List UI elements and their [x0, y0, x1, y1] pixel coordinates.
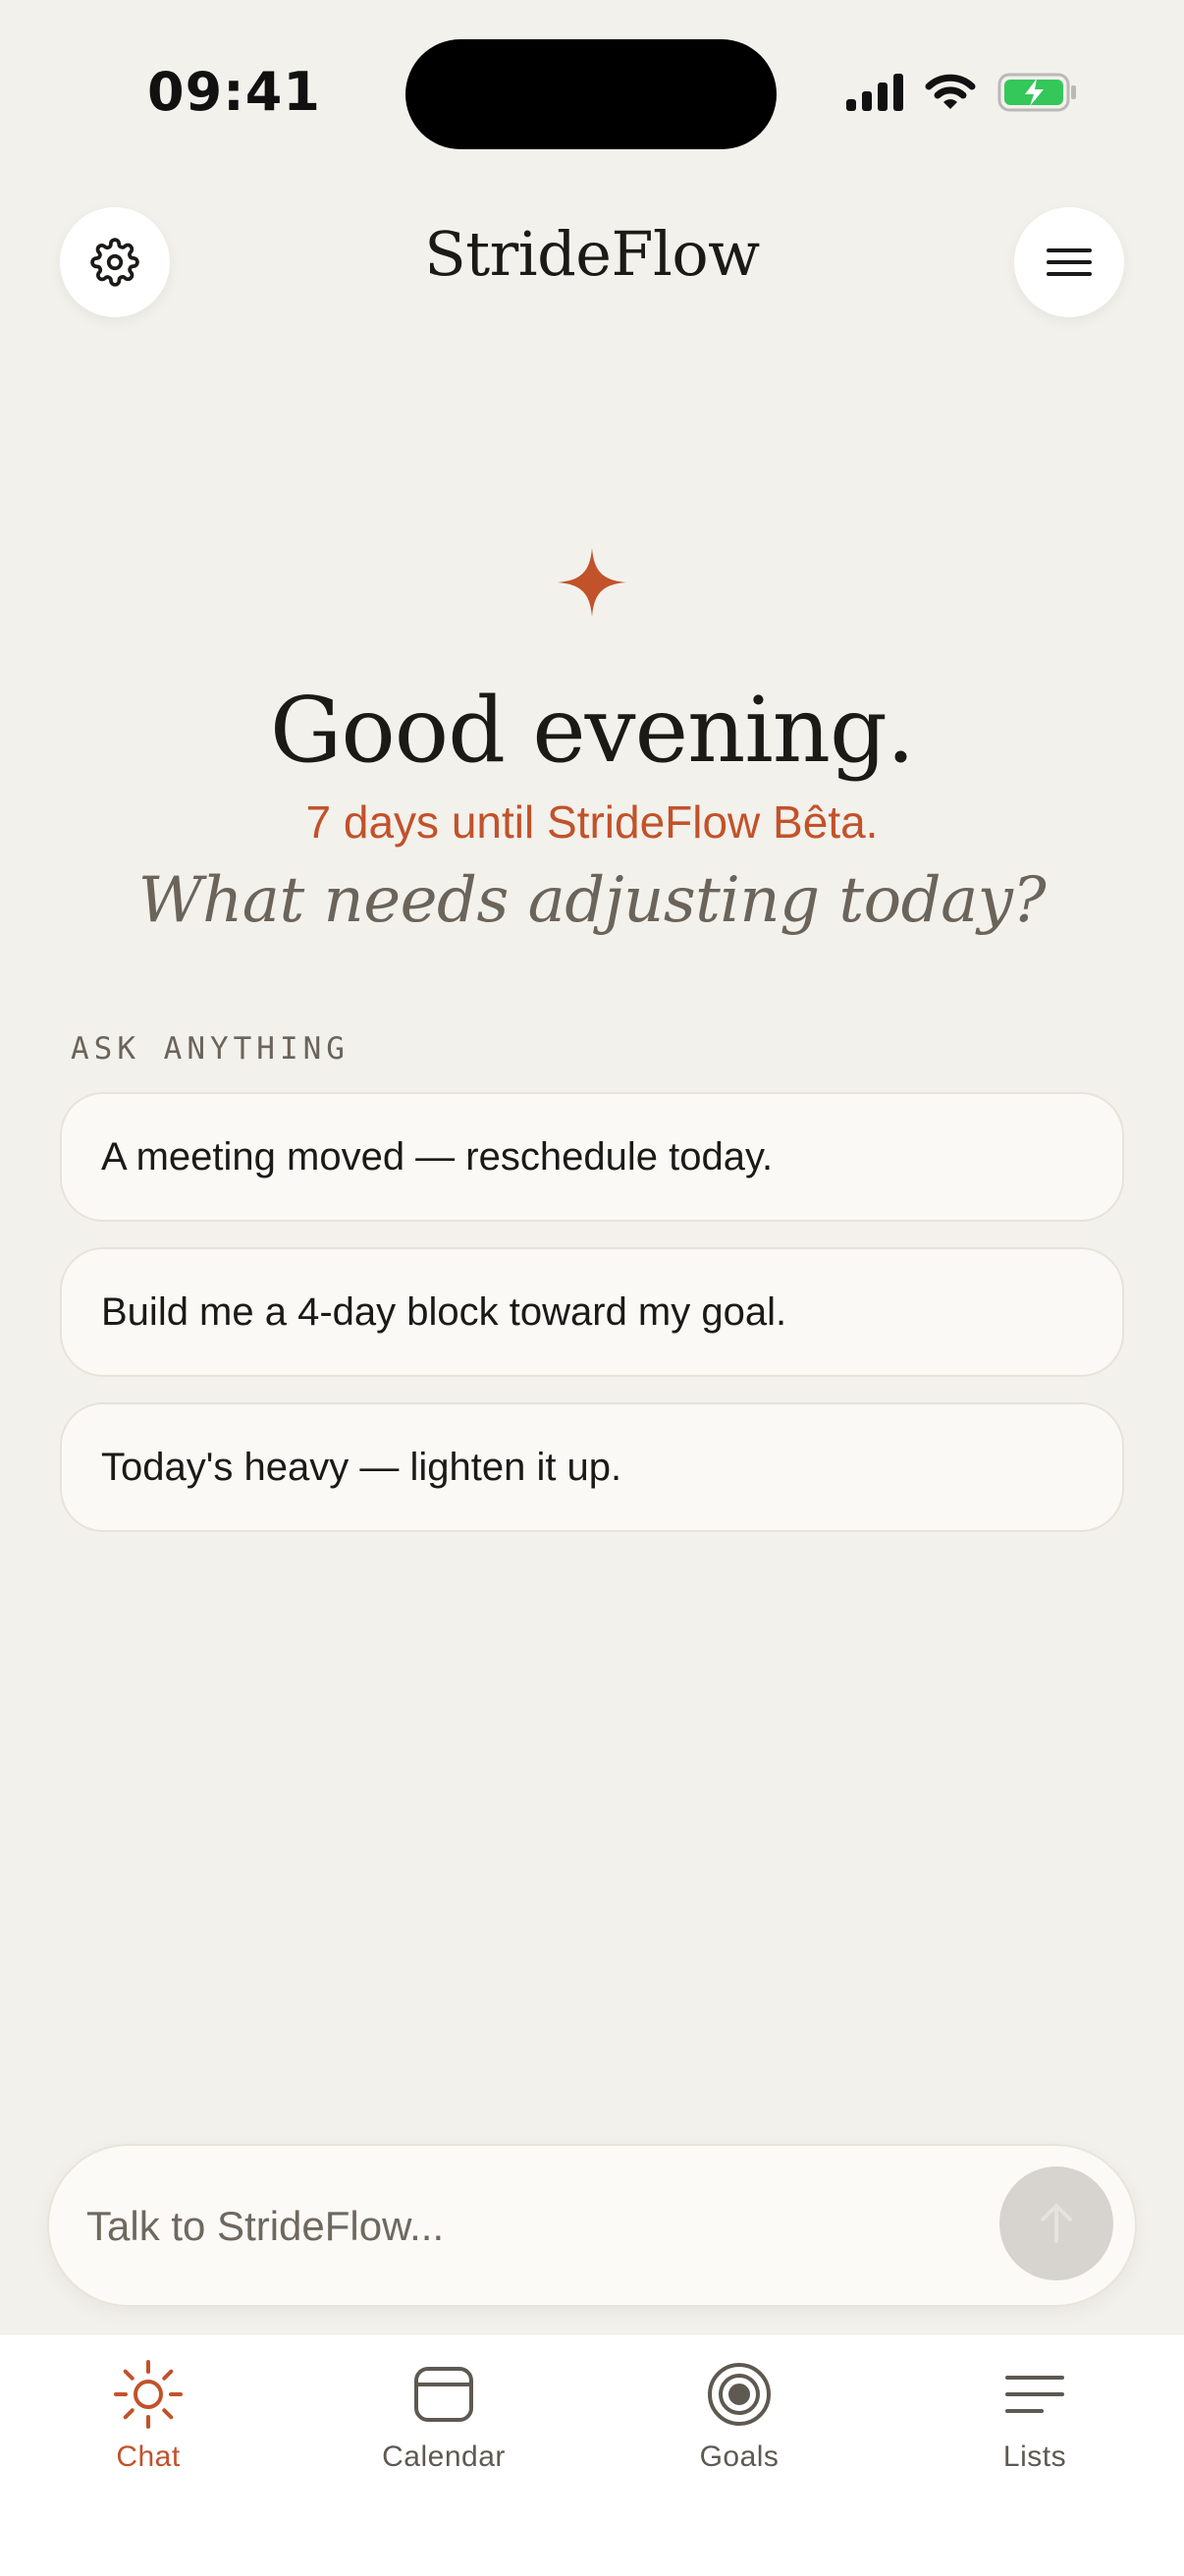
sparkle-icon — [558, 548, 626, 617]
tab-label-lists: Lists — [1002, 2440, 1067, 2473]
greeting-heading: Good evening. — [269, 678, 915, 783]
dynamic-island — [405, 39, 777, 149]
tab-goals[interactable]: Goals — [591, 2358, 888, 2474]
daily-prompt-text: What needs adjusting today? — [137, 864, 1047, 937]
tab-calendar[interactable]: Calendar — [296, 2358, 592, 2474]
suggestions-section-label: ASK ANYTHING — [71, 1031, 350, 1067]
suggestion-list: A meeting moved — reschedule today. Buil… — [60, 1092, 1124, 1532]
tab-label-chat: Chat — [116, 2440, 181, 2473]
bottom-tab-bar: Chat Calendar Goals Lists — [0, 2333, 1184, 2576]
tab-label-calendar: Calendar — [382, 2440, 506, 2473]
status-icons — [846, 73, 1078, 112]
battery-charging-icon — [997, 73, 1076, 112]
chat-input[interactable] — [84, 2146, 1011, 2307]
hamburger-menu-icon — [1047, 248, 1092, 276]
tab-label-goals: Goals — [699, 2440, 780, 2473]
list-icon — [1005, 2376, 1064, 2413]
sun-icon — [114, 2360, 183, 2429]
menu-button[interactable] — [1014, 207, 1124, 317]
chat-composer — [47, 2144, 1137, 2307]
app-title: StrideFlow — [424, 218, 760, 290]
cellular-signal-icon — [846, 74, 903, 111]
calendar-icon — [414, 2367, 473, 2422]
suggestion-reschedule[interactable]: A meeting moved — reschedule today. — [60, 1092, 1124, 1222]
suggestion-lighten-day[interactable]: Today's heavy — lighten it up. — [60, 1402, 1124, 1532]
arrow-up-icon — [1041, 2204, 1072, 2243]
wifi-icon — [925, 74, 976, 109]
beta-countdown-text: 7 days until StrideFlow Bêta. — [305, 796, 879, 848]
tab-chat[interactable]: Chat — [0, 2358, 296, 2474]
target-icon — [708, 2363, 771, 2426]
send-button[interactable] — [999, 2166, 1113, 2280]
tab-lists[interactable]: Lists — [887, 2358, 1183, 2474]
status-time: 09:41 — [147, 61, 321, 123]
suggestion-build-block[interactable]: Build me a 4-day block toward my goal. — [60, 1247, 1124, 1377]
